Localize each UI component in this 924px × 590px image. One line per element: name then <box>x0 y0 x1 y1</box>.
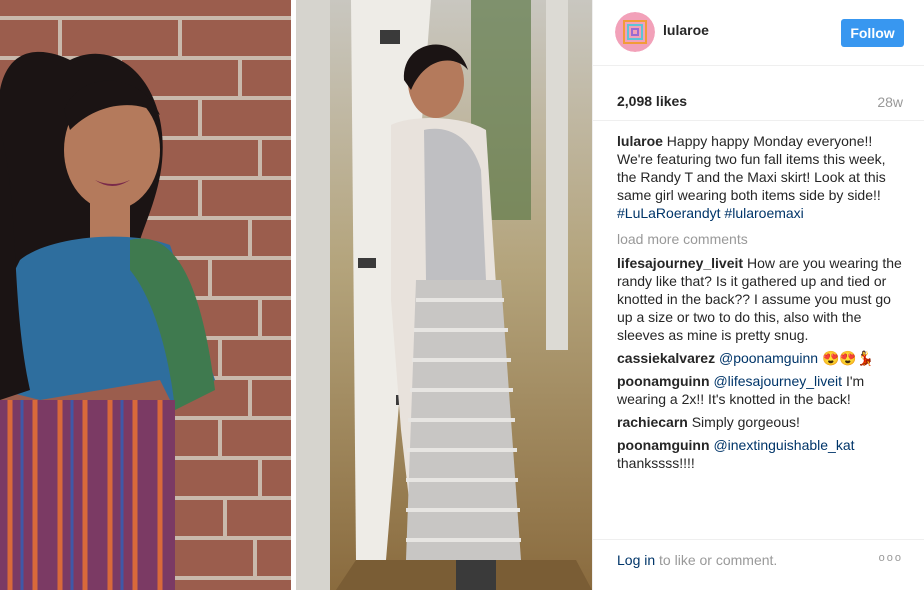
login-prompt-text: to like or comment. <box>659 552 778 568</box>
post-author-username[interactable]: lularoe <box>663 22 709 38</box>
comment-username[interactable]: rachiecarn <box>617 414 688 430</box>
photo-right-birch-forest <box>296 0 592 590</box>
mention-link[interactable]: @lifesajourney_liveit <box>713 373 842 389</box>
comment: poonamguinn @inextinguishable_kat thanks… <box>617 436 907 472</box>
photo-left-brick-wall <box>0 0 291 590</box>
post-sidebar: lularoe Follow 2,098 likes 28w lularoe H… <box>592 0 924 590</box>
comment-text: 😍😍💃 <box>821 350 875 366</box>
post-age[interactable]: 28w <box>877 94 903 110</box>
comments-list: lularoe Happy happy Monday everyone!! We… <box>617 132 907 477</box>
hashtag-link[interactable]: #LuLaRoerandyt <box>617 205 721 221</box>
follow-button[interactable]: Follow <box>841 19 904 47</box>
post-meta: 2,098 likes 28w <box>593 66 924 121</box>
caption: lularoe Happy happy Monday everyone!! We… <box>617 132 907 222</box>
comment: lifesajourney_liveit How are you wearing… <box>617 254 907 344</box>
post-header: lularoe Follow <box>593 0 924 66</box>
login-prompt: Log in to like or comment. <box>617 552 777 568</box>
lularoe-logo-icon[interactable] <box>615 12 655 52</box>
post-photo[interactable] <box>0 0 592 590</box>
comment-username[interactable]: poonamguinn <box>617 437 710 453</box>
login-link[interactable]: Log in <box>617 552 655 568</box>
post-footer: Log in to like or comment. ooo <box>593 539 924 590</box>
comment: poonamguinn @lifesajourney_liveit I'm we… <box>617 372 907 408</box>
likes-count[interactable]: 2,098 likes <box>617 93 687 109</box>
mention-link[interactable]: @poonamguinn <box>719 350 818 366</box>
comment-username[interactable]: poonamguinn <box>617 373 710 389</box>
caption-username[interactable]: lularoe <box>617 133 663 149</box>
comment-username[interactable]: lifesajourney_liveit <box>617 255 743 271</box>
comment-username[interactable]: cassiekalvarez <box>617 350 715 366</box>
comment-text: Simply gorgeous! <box>691 414 800 430</box>
mention-link[interactable]: @inextinguishable_kat <box>713 437 854 453</box>
comment-text: thankssss!!!! <box>617 455 695 471</box>
hashtag-link[interactable]: #lularoemaxi <box>724 205 803 221</box>
more-options-icon[interactable]: ooo <box>879 552 903 564</box>
load-more-comments-link[interactable]: load more comments <box>617 230 907 248</box>
comment: cassiekalvarez @poonamguinn 😍😍💃 <box>617 349 907 367</box>
comment: rachiecarn Simply gorgeous! <box>617 413 907 431</box>
